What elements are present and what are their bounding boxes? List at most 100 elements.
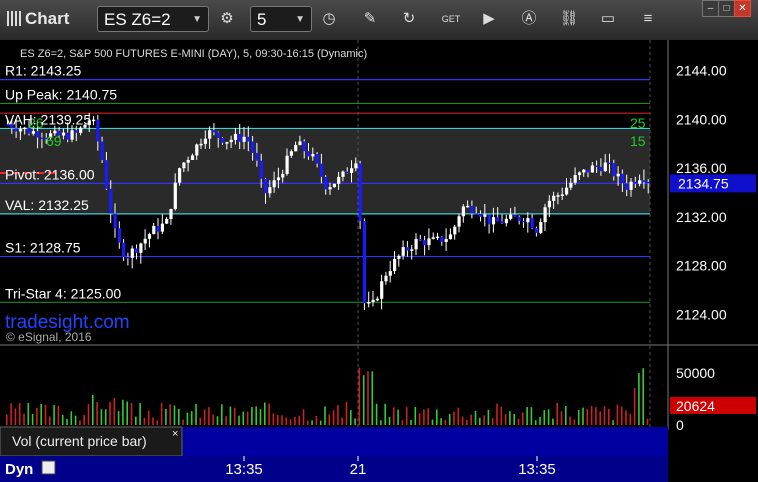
candle-body xyxy=(130,248,134,258)
volume-bar xyxy=(152,417,154,425)
candle-body xyxy=(242,136,246,142)
volume-bar xyxy=(410,419,412,425)
volume-bar xyxy=(556,402,558,425)
volume-bar xyxy=(324,406,326,425)
status-label: Dyn xyxy=(5,461,33,478)
candle-body xyxy=(135,248,139,253)
candle-body xyxy=(633,181,637,184)
candle-body xyxy=(229,139,233,143)
candle-body xyxy=(31,131,35,134)
volume-bar xyxy=(466,419,468,425)
volume-bar xyxy=(453,411,455,425)
volume-bar xyxy=(113,397,116,425)
candle-body xyxy=(117,228,121,243)
candle-body xyxy=(526,218,530,223)
price-chart[interactable]: 26692515 R1: 2143.25Up Peak: 2140.75VAH:… xyxy=(0,0,758,482)
candle-body xyxy=(388,271,392,276)
volume-bar xyxy=(83,414,85,425)
volume-bar xyxy=(388,417,391,425)
volume-bar xyxy=(307,420,309,425)
candle-body xyxy=(491,217,496,225)
time-axis xyxy=(0,456,668,482)
candle-body xyxy=(436,236,440,239)
candle-body xyxy=(560,194,564,196)
volume-bar xyxy=(143,417,146,425)
candle-body xyxy=(221,138,225,143)
close-icon[interactable]: × xyxy=(172,428,178,440)
y-tick-label: 2140.00 xyxy=(676,111,727,127)
volume-bar xyxy=(195,403,197,425)
volume-bar xyxy=(530,407,533,425)
volume-bar xyxy=(268,403,270,425)
volume-bar xyxy=(302,409,305,425)
volume-bar xyxy=(178,408,180,425)
candle-body xyxy=(375,298,379,301)
candle-body xyxy=(332,183,336,188)
candle-body xyxy=(595,165,599,167)
candle-body xyxy=(264,178,268,194)
volume-bar xyxy=(397,409,399,425)
volume-bar xyxy=(186,412,189,425)
volume-bar xyxy=(448,414,451,425)
volume-bar xyxy=(500,406,503,425)
volume-bar xyxy=(57,405,60,425)
y-tick-label: 2136.00 xyxy=(676,160,727,176)
candle-body xyxy=(354,163,358,169)
candle-body xyxy=(100,141,104,161)
volume-bar xyxy=(229,406,232,425)
candle-body xyxy=(216,132,220,139)
volume-bar xyxy=(74,415,77,425)
volume-bar xyxy=(612,420,614,425)
volume-bar xyxy=(208,407,210,425)
volume-bar xyxy=(14,408,17,425)
volume-bar xyxy=(367,371,369,425)
candle-body xyxy=(272,180,276,188)
candle-body xyxy=(479,213,483,217)
candle-body xyxy=(190,155,195,160)
candle-body xyxy=(294,145,298,152)
chart-header: ES Z6=2, S&P 500 FUTURES E-MINI (DAY), 5… xyxy=(20,48,367,60)
level-label: Pivot: 2136.00 xyxy=(5,166,95,182)
candle-body xyxy=(358,163,362,222)
candle-body xyxy=(496,217,500,222)
volume-bar xyxy=(332,410,335,425)
candle-body xyxy=(522,220,526,223)
candle-body xyxy=(139,243,143,253)
volume-bar xyxy=(414,406,417,425)
lock-icon[interactable] xyxy=(41,460,56,475)
volume-bar xyxy=(40,403,42,425)
candle-body xyxy=(466,205,470,208)
volume-bar xyxy=(182,419,184,425)
candle-body xyxy=(14,128,18,132)
candle-body xyxy=(233,133,238,140)
volume-bar xyxy=(350,410,352,425)
candle-body xyxy=(152,225,156,235)
volume-bar xyxy=(315,415,318,425)
volume-bar xyxy=(405,407,408,425)
volume-bar xyxy=(298,415,300,425)
candle-body xyxy=(384,275,388,282)
candle-body xyxy=(23,127,27,130)
candle-body xyxy=(453,226,457,235)
y-tick-label: 2132.00 xyxy=(676,209,727,225)
volume-bar xyxy=(36,407,38,425)
candle-body xyxy=(143,238,147,244)
volume-bar xyxy=(173,405,176,425)
candle-body xyxy=(543,207,547,223)
candle-body xyxy=(96,119,100,142)
volume-bar xyxy=(169,404,171,425)
y-tick-label: 2144.00 xyxy=(676,63,727,79)
volume-bar xyxy=(487,409,490,425)
volume-bar xyxy=(504,414,507,425)
volume-bar xyxy=(27,403,30,425)
price-axis xyxy=(668,40,758,456)
candle-body xyxy=(345,171,349,174)
candle-body xyxy=(590,165,594,173)
volume-bar xyxy=(509,411,511,425)
volume-bar xyxy=(147,410,150,425)
candle-body xyxy=(324,176,328,190)
candle-body xyxy=(620,173,625,184)
candle-body xyxy=(362,221,367,304)
candle-body xyxy=(625,183,629,190)
volume-bar xyxy=(354,418,356,425)
